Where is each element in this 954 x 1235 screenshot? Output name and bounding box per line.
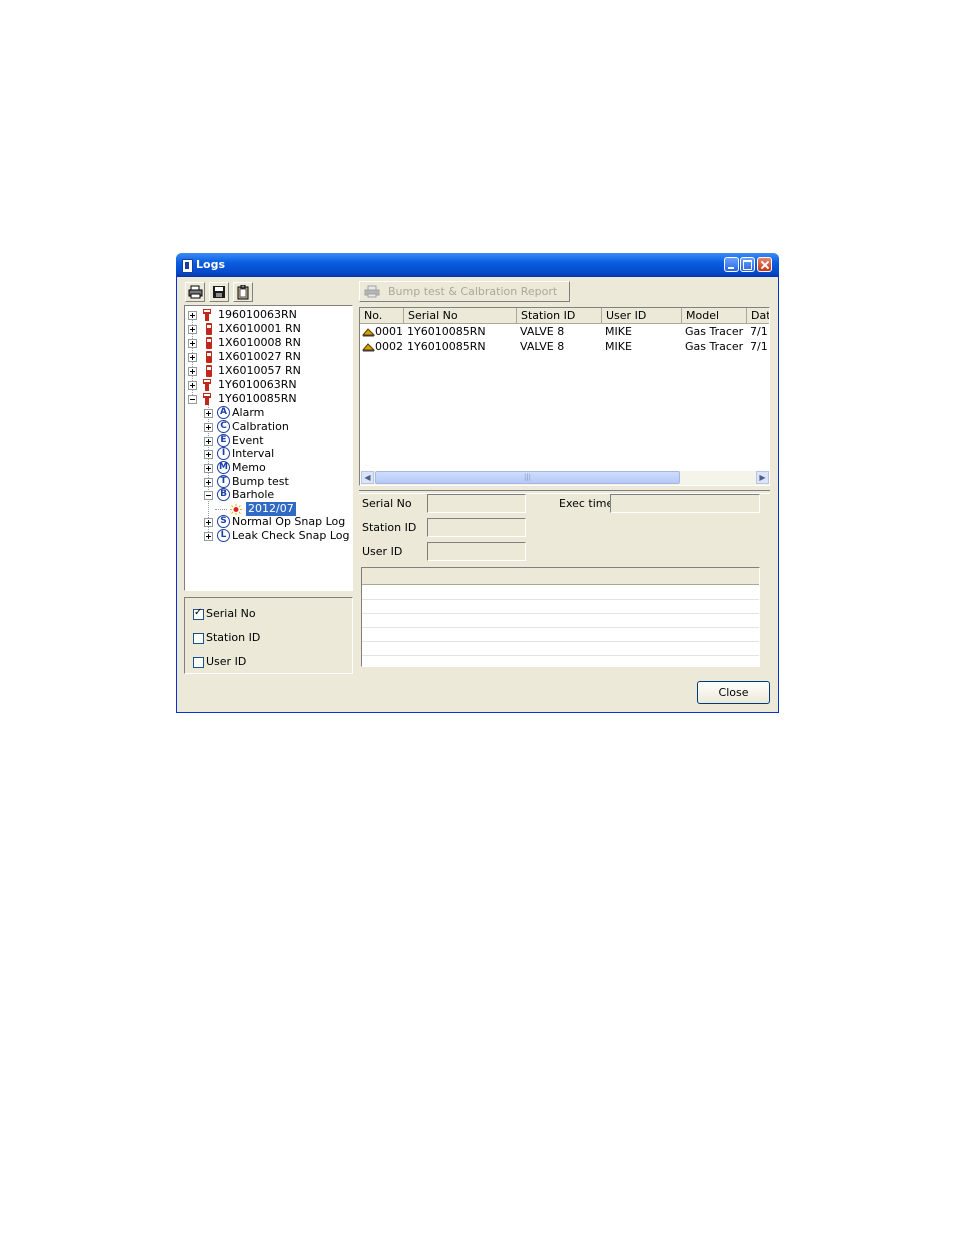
expand-icon[interactable] <box>204 464 213 473</box>
column-header-date[interactable]: Date <box>747 308 769 324</box>
bump-calibration-report-button[interactable]: Bump test & Calbration Report <box>359 281 570 302</box>
expand-icon[interactable] <box>188 325 197 334</box>
station-id-checkbox[interactable] <box>193 633 204 644</box>
memo-category-icon: M <box>217 461 230 474</box>
clipboard-button[interactable] <box>233 282 253 302</box>
expand-icon[interactable] <box>204 450 213 459</box>
scroll-right-icon[interactable]: ▶ <box>756 471 769 484</box>
serial-no-checkbox[interactable] <box>193 607 204 620</box>
expand-icon[interactable] <box>204 518 213 527</box>
detail-grid[interactable] <box>361 567 760 667</box>
report-button-label: Bump test & Calbration Report <box>388 285 558 298</box>
column-header-no[interactable]: No. <box>360 308 404 324</box>
print-button[interactable] <box>185 282 205 302</box>
app-icon <box>182 259 193 273</box>
expand-icon[interactable] <box>188 311 197 320</box>
user-id-checkbox[interactable] <box>193 657 204 668</box>
grid-row <box>362 585 759 600</box>
grid-row <box>362 627 759 642</box>
gas-detector-icon <box>206 323 212 335</box>
gas-detector-icon <box>206 337 212 349</box>
window-title: Logs <box>196 258 225 271</box>
filter-panel: Serial No Station ID User ID <box>184 597 353 674</box>
exec-time-label: Exec time <box>559 497 614 510</box>
column-header-model[interactable]: Model <box>682 308 747 324</box>
alarm-category-icon: A <box>217 406 230 419</box>
expand-icon[interactable] <box>188 339 197 348</box>
calibration-category-icon: C <box>217 420 230 433</box>
gas-detector-icon <box>206 365 212 377</box>
grid-header <box>362 568 759 585</box>
grid-row <box>362 599 759 614</box>
gas-detector-icon <box>203 309 211 321</box>
expand-icon[interactable] <box>188 381 197 390</box>
expand-icon[interactable] <box>204 423 213 432</box>
expand-icon[interactable] <box>204 437 213 446</box>
printer-icon <box>188 285 203 299</box>
gas-detector-icon <box>203 393 211 405</box>
device-tree[interactable]: 196010063RN 1X6010001 RN 1X6010008 RN 1X… <box>184 305 353 591</box>
gas-detector-icon <box>206 351 212 363</box>
collapse-icon[interactable] <box>204 491 213 500</box>
grid-row <box>362 613 759 628</box>
station-id-checkbox-label[interactable]: Station ID <box>206 631 260 644</box>
expand-icon[interactable] <box>204 532 213 541</box>
gas-detector-icon <box>203 379 211 391</box>
station-id-field <box>427 518 526 537</box>
station-id-label: Station ID <box>362 521 417 534</box>
expand-icon[interactable] <box>204 409 213 418</box>
collapse-icon[interactable] <box>188 395 197 404</box>
save-button[interactable] <box>209 282 229 302</box>
exec-time-field <box>610 494 760 513</box>
barhole-category-icon: B <box>217 488 230 501</box>
event-category-icon: E <box>217 434 230 447</box>
user-id-label: User ID <box>362 545 403 558</box>
log-list[interactable]: No. Serial No Station ID User ID Model D… <box>359 307 770 486</box>
tree-line <box>215 509 227 510</box>
maximize-button[interactable] <box>740 257 755 272</box>
column-header-user-id[interactable]: User ID <box>602 308 682 324</box>
expand-icon[interactable] <box>204 478 213 487</box>
title-bar[interactable]: Logs <box>176 253 779 277</box>
serial-no-field <box>427 494 526 513</box>
printer-icon <box>364 285 380 298</box>
sun-icon <box>230 504 242 515</box>
close-window-button[interactable] <box>757 257 772 272</box>
scrollbar-thumb[interactable]: ||| <box>375 471 680 484</box>
snap-log-category-icon: S <box>217 515 230 528</box>
minimize-button[interactable] <box>724 257 739 272</box>
column-header-serial-no[interactable]: Serial No <box>404 308 517 324</box>
interval-category-icon: I <box>217 447 230 460</box>
scroll-left-icon[interactable]: ◀ <box>361 471 374 484</box>
serial-no-label: Serial No <box>362 497 412 510</box>
floppy-disk-icon <box>213 286 225 298</box>
clipboard-icon <box>237 285 249 300</box>
expand-icon[interactable] <box>188 353 197 362</box>
column-header-station-id[interactable]: Station ID <box>517 308 602 324</box>
leak-check-category-icon: L <box>217 529 230 542</box>
user-id-field <box>427 542 526 561</box>
close-button[interactable]: Close <box>697 681 770 704</box>
serial-no-checkbox-label[interactable]: Serial No <box>206 607 256 620</box>
bump-test-category-icon: T <box>217 475 230 488</box>
user-id-checkbox-label[interactable]: User ID <box>206 655 246 668</box>
log-entry-icon <box>362 328 375 337</box>
log-entry-icon <box>362 343 375 352</box>
expand-icon[interactable] <box>188 367 197 376</box>
grid-row <box>362 641 759 656</box>
horizontal-scrollbar[interactable]: ◀ ||| ▶ <box>361 471 769 485</box>
